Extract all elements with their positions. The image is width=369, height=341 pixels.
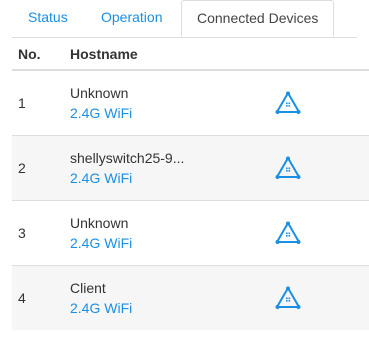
row-number: 2: [12, 134, 70, 200]
mesh-topology-icon[interactable]: [275, 286, 301, 310]
tab-operation[interactable]: Operation: [101, 0, 162, 37]
header-hostname: Hostname: [70, 38, 257, 71]
row-number: 3: [12, 199, 70, 265]
action-cell: [257, 264, 369, 330]
tab-connected-devices[interactable]: Connected Devices: [181, 0, 335, 37]
hostname-cell: Unknown 2.4G WiFi: [70, 199, 257, 265]
tab-status[interactable]: Status: [28, 0, 68, 37]
hostname: Client: [70, 279, 106, 296]
table-row: 1 Unknown 2.4G WiFi: [12, 70, 369, 135]
wifi-band: 2.4G WiFi: [70, 169, 133, 186]
hostname: Unknown: [70, 84, 129, 101]
header-no: No.: [12, 38, 70, 71]
wifi-band: 2.4G WiFi: [70, 234, 133, 251]
action-cell: [257, 134, 369, 200]
mesh-topology-icon[interactable]: [275, 156, 301, 180]
row-number: 1: [18, 94, 26, 111]
wifi-band: 2.4G WiFi: [70, 104, 133, 121]
row-number: 4: [12, 264, 70, 330]
mesh-topology-icon[interactable]: [275, 221, 301, 245]
mesh-topology-icon[interactable]: [275, 91, 301, 115]
action-cell: [257, 70, 369, 135]
wifi-band: 2.4G WiFi: [70, 299, 133, 316]
table-header-row: No. Hostname: [12, 38, 369, 71]
action-cell: [257, 199, 369, 265]
header-action: [257, 38, 369, 71]
hostname-cell: Unknown 2.4G WiFi: [70, 70, 257, 135]
hostname-cell: Client 2.4G WiFi: [70, 264, 257, 330]
hostname: shellyswitch25-9...: [70, 149, 185, 166]
table-row: 3 Unknown 2.4G WiFi: [12, 199, 369, 265]
tab-bar: Status Operation Connected Devices: [12, 0, 357, 38]
table-row: 2 shellyswitch25-9... 2.4G WiFi: [12, 134, 369, 200]
hostname: Unknown: [70, 214, 129, 231]
connected-devices-table: No. Hostname 1 Unknown 2.4G WiFi 2 shell…: [12, 38, 369, 330]
table-row: 4 Client 2.4G WiFi: [12, 264, 369, 330]
hostname-cell: shellyswitch25-9... 2.4G WiFi: [70, 134, 257, 200]
